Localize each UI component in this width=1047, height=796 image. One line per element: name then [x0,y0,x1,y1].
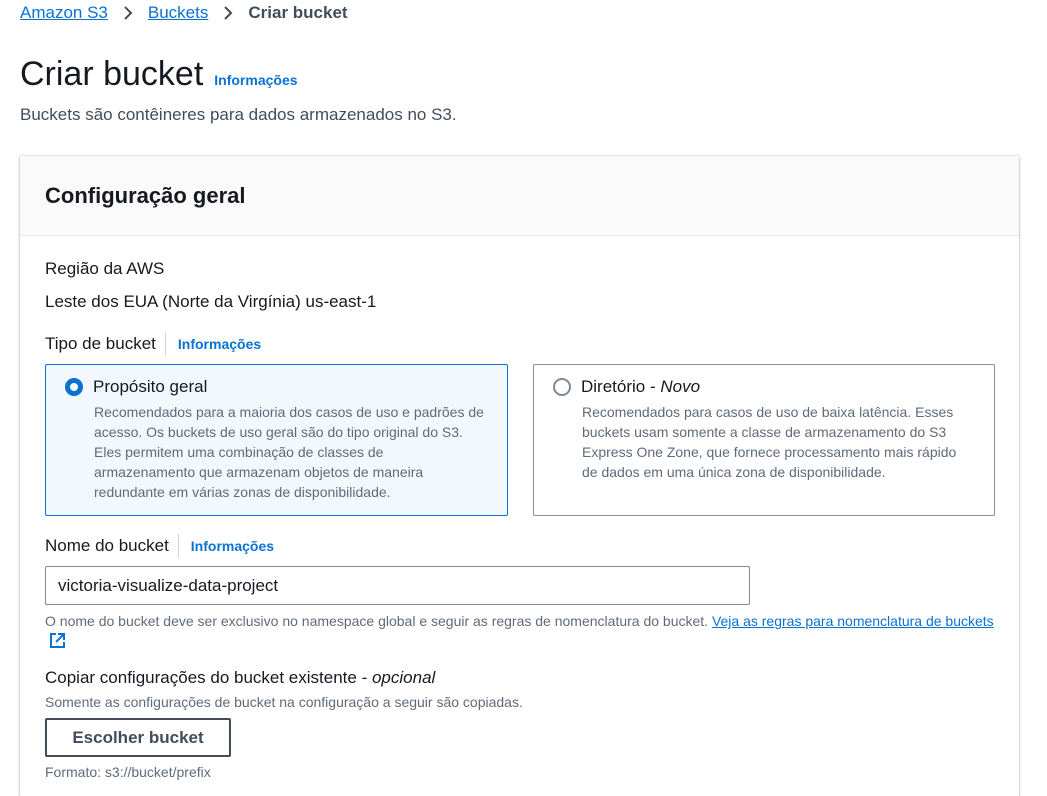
naming-rules-link-text: Veja as regras para nomenclatura de buck… [711,613,994,629]
region-label: Região da AWS [45,259,165,278]
breadcrumb: Amazon S3 Buckets Criar bucket [20,3,348,23]
chevron-right-icon [222,5,234,21]
radio-unselected-icon[interactable] [553,378,571,396]
bucket-name-info-link[interactable]: Informações [191,538,274,554]
bucket-type-label-row: Tipo de bucket Informações [45,332,261,356]
bucket-type-info-link[interactable]: Informações [178,336,261,352]
external-link-icon [49,632,66,654]
tile-description: Recomendados para a maioria dos casos de… [94,404,484,500]
bucket-name-help-text: O nome do bucket deve ser exclusivo no n… [45,611,1005,654]
general-configuration-panel: Configuração geral Região da AWS Leste d… [20,156,1019,796]
tile-heading: Diretório - Novo [553,377,974,397]
bucket-type-general-purpose-tile[interactable]: Propósito geral Recomendados para a maio… [45,364,508,516]
breadcrumb-buckets-link[interactable]: Buckets [148,3,208,23]
tile-title-separator: - [645,377,661,396]
copy-settings-label: Copiar configurações do bucket existente… [45,668,435,688]
bucket-name-label-row: Nome do bucket Informações [45,534,274,558]
new-badge: Novo [660,377,701,396]
panel-title: Configuração geral [45,182,246,208]
radio-selected-icon[interactable] [65,378,83,396]
panel-header: Configuração geral [20,156,1019,236]
page-description: Buckets são contêineres para dados armaz… [20,105,457,124]
help-text: O nome do bucket deve ser exclusivo no n… [45,613,709,629]
region-value: Leste dos EUA (Norte da Virgínia) us-eas… [45,292,377,311]
bucket-name-input[interactable] [45,566,750,605]
page-title: Criar bucket [20,55,204,93]
tile-title: Diretório [581,377,646,396]
bucket-type-directory-tile[interactable]: Diretório - Novo Recomendados para casos… [533,364,995,516]
copy-settings-label-text: Copiar configurações do bucket existente [45,668,357,687]
tile-description: Recomendados para casos de uso de baixa … [582,404,957,480]
label-divider [177,534,179,558]
tile-heading: Propósito geral [65,377,487,397]
copy-settings-description: Somente as configurações de bucket na co… [45,694,523,710]
format-hint: Formato: s3://bucket/prefix [45,764,211,780]
copy-settings-separator: - [356,668,372,687]
bucket-name-label: Nome do bucket [45,536,169,555]
choose-bucket-button[interactable]: Escolher bucket [45,718,231,757]
bucket-type-label: Tipo de bucket [45,334,156,353]
page-info-link[interactable]: Informações [214,72,297,88]
chevron-right-icon [122,5,134,21]
optional-text: opcional [371,668,436,687]
tile-title: Propósito geral [93,377,208,396]
breadcrumb-amazon-s3-link[interactable]: Amazon S3 [20,3,108,23]
breadcrumb-current: Criar bucket [248,3,348,22]
label-divider [164,332,166,356]
page-header: Criar bucket Informações [20,55,298,94]
